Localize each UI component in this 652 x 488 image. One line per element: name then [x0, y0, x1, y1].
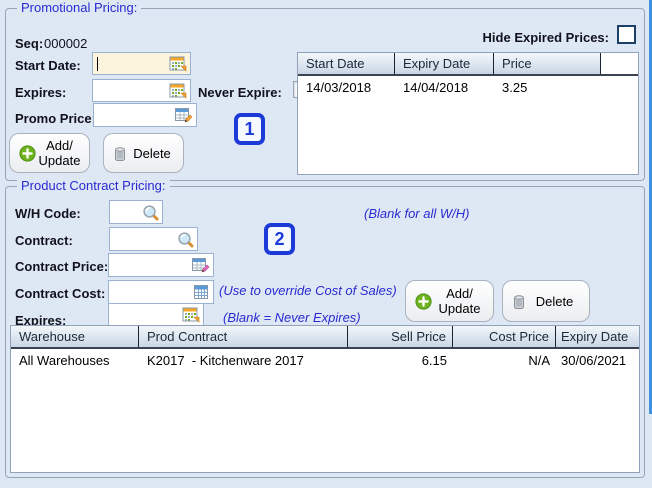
- column-header-price[interactable]: Price: [494, 53, 601, 74]
- promotional-pricing-title: Promotional Pricing:: [17, 0, 142, 15]
- contract-price-label: Contract Price:: [15, 259, 109, 274]
- contract-pricing-group: Product Contract Pricing: W/H Code: (Bla…: [5, 178, 645, 478]
- never-expire-label: Never Expire:: [198, 85, 282, 100]
- annotation-marker-1: 1: [234, 113, 265, 145]
- trash-icon: [113, 145, 127, 162]
- add-plus-icon: [19, 144, 36, 162]
- promo-price-label: Promo Price:: [15, 111, 96, 126]
- add-plus-icon: [415, 292, 432, 310]
- pricing-form-window: Promotional Pricing: Seq: 000002 Start D…: [0, 0, 652, 488]
- expires-input[interactable]: [92, 79, 191, 102]
- promo-add-update-button[interactable]: Add/ Update: [9, 133, 90, 173]
- calendar-icon[interactable]: [169, 55, 187, 73]
- contract-expires-hint: (Blank = Never Expires): [223, 310, 361, 325]
- column-header-filler: [601, 53, 638, 74]
- search-icon[interactable]: [176, 230, 194, 248]
- column-header-warehouse[interactable]: Warehouse: [11, 326, 139, 347]
- price-edit-icon[interactable]: [192, 256, 210, 274]
- contract-input[interactable]: [109, 227, 198, 251]
- contract-cost-hint: (Use to override Cost of Sales): [219, 283, 397, 298]
- trash-icon: [512, 293, 526, 310]
- contract-label: Contract:: [15, 233, 73, 248]
- price-edit-icon[interactable]: [175, 106, 193, 124]
- contract-prices-table[interactable]: Warehouse Prod Contract Sell Price Cost …: [10, 325, 640, 473]
- calendar-icon[interactable]: [182, 306, 200, 324]
- cell-start-date: 14/03/2018: [306, 80, 372, 95]
- promo-delete-button[interactable]: Delete: [103, 133, 184, 173]
- start-date-input[interactable]: [92, 52, 191, 75]
- contract-cost-input[interactable]: [108, 280, 214, 304]
- cell-expiry-date: 30/06/2021: [561, 353, 627, 368]
- hide-expired-prices-label: Hide Expired Prices:: [482, 30, 609, 45]
- calendar-icon[interactable]: [169, 82, 187, 100]
- start-date-label: Start Date:: [15, 58, 81, 73]
- text-caret: [97, 57, 98, 71]
- column-header-start-date[interactable]: Start Date: [298, 53, 395, 74]
- search-icon[interactable]: [141, 203, 159, 221]
- promo-price-input[interactable]: [93, 103, 197, 127]
- cell-price: 3.25: [502, 80, 528, 95]
- contract-price-input[interactable]: [108, 253, 214, 277]
- promo-table-header: Start Date Expiry Date Price: [298, 53, 638, 76]
- contract-pricing-title: Product Contract Pricing:: [17, 178, 170, 193]
- table-row[interactable]: All Warehouses K2017 - Kitchenware 2017 …: [11, 349, 639, 368]
- seq-value: 000002: [44, 36, 88, 51]
- add-update-button-label: Add/ Update: [438, 286, 481, 316]
- cell-warehouse: All Warehouses: [19, 353, 110, 368]
- delete-button-label: Delete: [133, 145, 171, 161]
- cell-sell-price: 6.15: [421, 353, 447, 368]
- contract-add-update-button[interactable]: Add/ Update: [405, 280, 494, 322]
- contract-expires-input[interactable]: [108, 303, 204, 326]
- cell-cost-price: N/A: [528, 353, 550, 368]
- hide-expired-prices-checkbox[interactable]: [617, 25, 636, 44]
- seq-label: Seq:: [15, 36, 44, 51]
- column-header-prod-contract[interactable]: Prod Contract: [139, 326, 348, 347]
- column-header-cost-price[interactable]: Cost Price: [453, 326, 556, 347]
- column-header-expiry-date[interactable]: Expiry Date: [395, 53, 494, 74]
- table-row[interactable]: 14/03/2018 14/04/2018 3.25: [298, 76, 638, 95]
- delete-button-label: Delete: [535, 293, 574, 309]
- contract-delete-button[interactable]: Delete: [502, 280, 590, 322]
- wh-code-hint: (Blank for all W/H): [364, 206, 470, 221]
- column-header-expiry-date[interactable]: Expiry Date: [556, 326, 639, 347]
- add-update-button-label: Add/ Update: [38, 138, 81, 168]
- contract-cost-label: Contract Cost:: [15, 286, 106, 301]
- column-header-sell-price[interactable]: Sell Price: [348, 326, 453, 347]
- annotation-marker-2: 2: [264, 223, 295, 255]
- wh-code-input[interactable]: [109, 200, 163, 224]
- expires-label: Expires:: [15, 85, 67, 100]
- promotional-pricing-group: Promotional Pricing: Seq: 000002 Start D…: [5, 0, 645, 181]
- cell-expiry-date: 14/04/2018: [403, 80, 469, 95]
- promo-prices-table[interactable]: Start Date Expiry Date Price 14/03/2018 …: [297, 52, 639, 175]
- contract-table-header: Warehouse Prod Contract Sell Price Cost …: [11, 326, 639, 349]
- calculator-grid-icon[interactable]: [192, 283, 210, 301]
- cell-prod-contract: K2017 - Kitchenware 2017: [147, 353, 304, 368]
- wh-code-label: W/H Code:: [15, 206, 81, 221]
